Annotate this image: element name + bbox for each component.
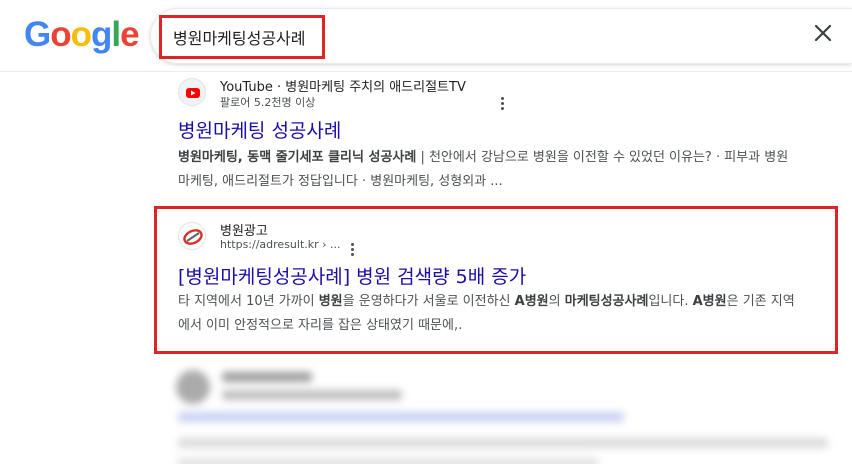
blurred-favicon [176, 370, 210, 404]
snippet-text: 마케팅, 애드리절트가 정답입니다 · 병원마케팅, 성형외과 ... [178, 174, 503, 189]
blurred-result [170, 366, 852, 464]
follower-count: 팔로어 5.2천명 이상 [220, 96, 316, 109]
site-info[interactable]: YouTube · 병원마케팅 주치의 애드리절트TV 팔로어 5.2천명 이상 [178, 74, 838, 111]
site-name: YouTube · 병원마케팅 주치의 애드리절트TV [220, 80, 466, 95]
result-highlight-box [154, 206, 838, 354]
blurred-line [222, 390, 402, 400]
search-header: Google 병원마케팅성공사례 [0, 0, 852, 72]
blurred-line [222, 372, 312, 382]
snippet-bold: 병원마케팅, 동맥 줄기세포 클리닉 성공사례 [178, 150, 417, 165]
snippet-text: | 천안에서 강남으로 병원을 이전할 수 있었던 이유는? · 피부과 병원 [416, 150, 789, 165]
search-result: YouTube · 병원마케팅 주치의 애드리절트TV 팔로어 5.2천명 이상… [178, 74, 838, 189]
result-title-link[interactable]: 병원마케팅 성공사례 [178, 116, 341, 143]
result-snippet: 병원마케팅, 동맥 줄기세포 클리닉 성공사례 | 천안에서 강남으로 병원을 … [178, 146, 838, 194]
logo-letter: o [50, 15, 71, 54]
logo-letter: l [111, 15, 121, 54]
logo-letter: e [120, 15, 139, 54]
youtube-icon [178, 78, 206, 106]
query-highlight-box [159, 15, 325, 59]
blurred-link [178, 412, 624, 422]
google-logo[interactable]: Google [24, 15, 140, 55]
blurred-line [178, 458, 598, 464]
logo-letter: g [91, 15, 112, 54]
more-options-icon[interactable] [496, 95, 508, 111]
logo-letter: G [24, 15, 51, 54]
blurred-line [178, 438, 828, 448]
logo-letter: o [70, 15, 92, 54]
close-icon[interactable] [812, 22, 834, 44]
